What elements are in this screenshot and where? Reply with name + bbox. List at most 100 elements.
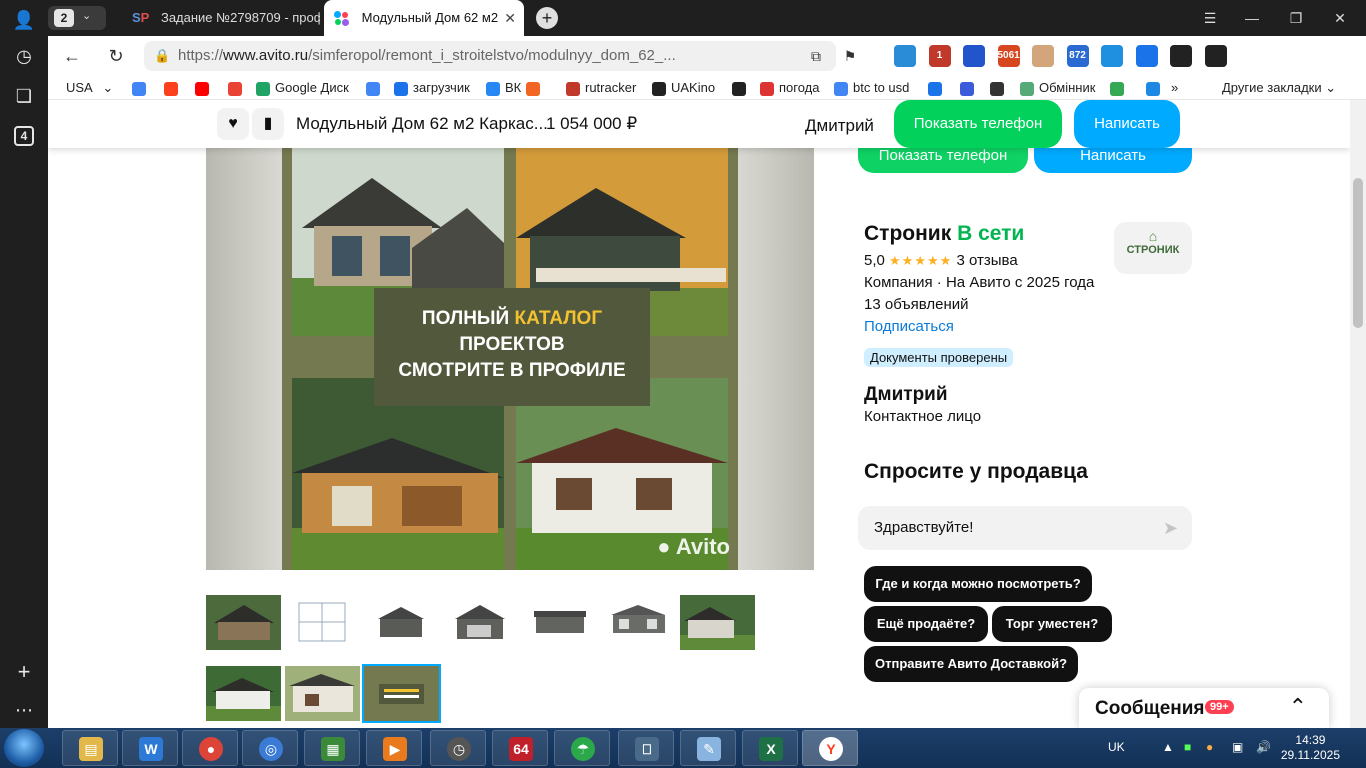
taskbar-aida64[interactable]: 64 [492, 730, 548, 766]
tray-arrow-icon[interactable]: ▲ [1162, 740, 1174, 754]
back-icon[interactable]: ← [60, 44, 84, 68]
quick-question-chip[interactable]: Отправите Авито Доставкой? [864, 646, 1078, 682]
extension-icon[interactable] [894, 45, 916, 67]
bookmark-item[interactable]: btc to usd [834, 76, 909, 100]
seller-logo[interactable]: ⌂ СТРОНИК [1114, 222, 1192, 274]
taskbar-notes[interactable]: ✎ [680, 730, 736, 766]
bookmark-item[interactable] [228, 76, 247, 100]
bookmark-item[interactable]: ВК [486, 76, 521, 100]
taskbar-chrome[interactable]: ● [182, 730, 238, 766]
chevron-up-icon[interactable]: ⌃ [1289, 694, 1307, 720]
start-button[interactable] [4, 729, 44, 767]
thumbnail[interactable] [206, 666, 281, 721]
bookmark-icon[interactable]: ⚑ [838, 44, 862, 68]
seller-company[interactable]: Строник В сети [864, 222, 1024, 246]
bookmarks-more[interactable]: » [1171, 76, 1178, 100]
bookmark-item[interactable] [960, 76, 979, 100]
extension-icon[interactable] [1204, 45, 1227, 67]
taskbar-player[interactable]: ▶ [366, 730, 422, 766]
bookmark-item[interactable] [1146, 76, 1165, 100]
seller-rating[interactable]: 5,0 ★★★★★ 3 отзыва [864, 252, 1018, 269]
extension-icon[interactable] [1170, 45, 1192, 67]
reload-icon[interactable]: ↻ [104, 44, 128, 68]
restore-icon[interactable]: ❐ [1276, 0, 1316, 36]
other-bookmarks[interactable]: Другие закладки ⌄ [1222, 76, 1336, 100]
thumbnail[interactable] [364, 595, 439, 650]
tray-app-icon[interactable]: ● [1206, 740, 1213, 754]
bookmark-item[interactable]: загрузчик [394, 76, 470, 100]
url-input[interactable]: 🔒 https://www.avito.ru/simferopol/remont… [144, 41, 836, 71]
taskbar-umbrella[interactable]: ☂ [554, 730, 610, 766]
taskbar-clock[interactable]: ◷ [430, 730, 486, 766]
quick-question-chip[interactable]: Где и когда можно посмотреть? [864, 566, 1092, 602]
send-icon[interactable]: ➤ [1163, 506, 1178, 550]
bookmark-item[interactable] [928, 76, 947, 100]
taskbar-app[interactable]: ▦ [304, 730, 360, 766]
language-indicator[interactable]: UK [1108, 740, 1125, 754]
add-icon[interactable]: + [12, 660, 36, 684]
thumbnail[interactable] [601, 595, 676, 650]
bookmark-item[interactable] [366, 76, 385, 100]
tab-avito[interactable]: Модульный Дом 62 м2 ✕ [324, 0, 524, 36]
tray-app-icon[interactable]: ■ [1184, 740, 1191, 754]
thumbnail[interactable] [443, 595, 518, 650]
main-photo[interactable]: ПОЛНЫЙ КАТАЛОГ ПРОЕКТОВ СМОТРИТЕ В ПРОФИ… [206, 148, 814, 570]
ask-input[interactable]: Здравствуйте! ➤ [858, 506, 1192, 550]
collections-icon[interactable]: ❏ [12, 84, 36, 108]
thumbnail-selected[interactable] [362, 664, 441, 723]
scrollbar-thumb[interactable] [1353, 178, 1363, 328]
extension-icon[interactable] [1101, 45, 1123, 67]
minimize-icon[interactable]: — [1232, 0, 1272, 36]
window-close-icon[interactable]: ✕ [1320, 0, 1360, 36]
thumbnail[interactable] [206, 595, 281, 650]
bookmark-item[interactable]: Обмінник [1020, 76, 1095, 100]
thumbnail[interactable] [285, 595, 360, 650]
taskbar-globe[interactable]: ◎ [242, 730, 298, 766]
taskbar-yandex[interactable]: Y [802, 730, 858, 766]
extension-icon[interactable] [963, 45, 985, 67]
thumbnail[interactable] [285, 666, 360, 721]
extension-icon[interactable]: 1 [928, 45, 951, 67]
bookmark-item[interactable] [132, 76, 151, 100]
thumbnail[interactable] [522, 595, 597, 650]
copy-icon[interactable]: ⧉ [804, 44, 828, 68]
bookmark-item[interactable] [164, 76, 183, 100]
extension-icon[interactable] [1032, 45, 1054, 67]
taskbar-excel[interactable]: X [742, 730, 798, 766]
listings-count[interactable]: 13 объявлений [864, 296, 969, 313]
volume-icon[interactable]: 🔊 [1256, 740, 1271, 754]
favorite-heart-icon[interactable]: ♥ [217, 108, 249, 140]
tab-count-button[interactable]: 2 ⌄ [48, 6, 106, 30]
menu-icon[interactable]: ☰ [1190, 0, 1230, 36]
page-scrollbar[interactable] [1350, 100, 1366, 728]
quick-question-chip[interactable]: Торг уместен? [992, 606, 1112, 642]
bookmark-item[interactable] [990, 76, 1009, 100]
more-icon[interactable]: ⋯ [12, 698, 36, 722]
tab-zadanie[interactable]: SP Модульный Дом 62 м2 Задание №2798709 … [124, 0, 320, 36]
system-clock[interactable]: 14:39 29.11.2025 [1281, 733, 1340, 763]
bookmark-item[interactable]: погода [760, 76, 820, 100]
bookmark-item[interactable] [526, 76, 545, 100]
show-phone-button[interactable]: Показать телефон [894, 100, 1062, 148]
write-button[interactable]: Написать [1074, 100, 1180, 148]
bookmark-item[interactable]: UAKino [652, 76, 715, 100]
quick-question-chip[interactable]: Ещё продаёте? [864, 606, 988, 642]
taskbar-monitor[interactable]: ⎕ [618, 730, 674, 766]
extension-icon[interactable]: 5061 [997, 45, 1020, 67]
network-icon[interactable]: ▣ [1232, 740, 1243, 754]
new-tab-button[interactable]: + [536, 7, 558, 29]
extension-icon[interactable] [1135, 45, 1158, 67]
note-icon[interactable]: ▮ [252, 108, 284, 140]
extension-icon[interactable]: 872 [1066, 45, 1089, 67]
taskbar-explorer[interactable]: ▤ [62, 730, 118, 766]
close-icon[interactable]: ✕ [504, 0, 516, 36]
bookmark-item[interactable]: USA ⌄ [66, 76, 113, 100]
bookmark-item[interactable]: rutracker [566, 76, 636, 100]
seller-name[interactable]: Дмитрий [805, 100, 874, 152]
bookmark-item[interactable] [1110, 76, 1129, 100]
messages-widget[interactable]: Сообщения 99+ ⌃ [1079, 688, 1329, 728]
taskbar-antivirus[interactable]: W [122, 730, 178, 766]
thumbnail[interactable] [680, 595, 755, 650]
bookmark-item[interactable] [195, 76, 214, 100]
reviews-link[interactable]: 3 отзыва [956, 252, 1017, 269]
